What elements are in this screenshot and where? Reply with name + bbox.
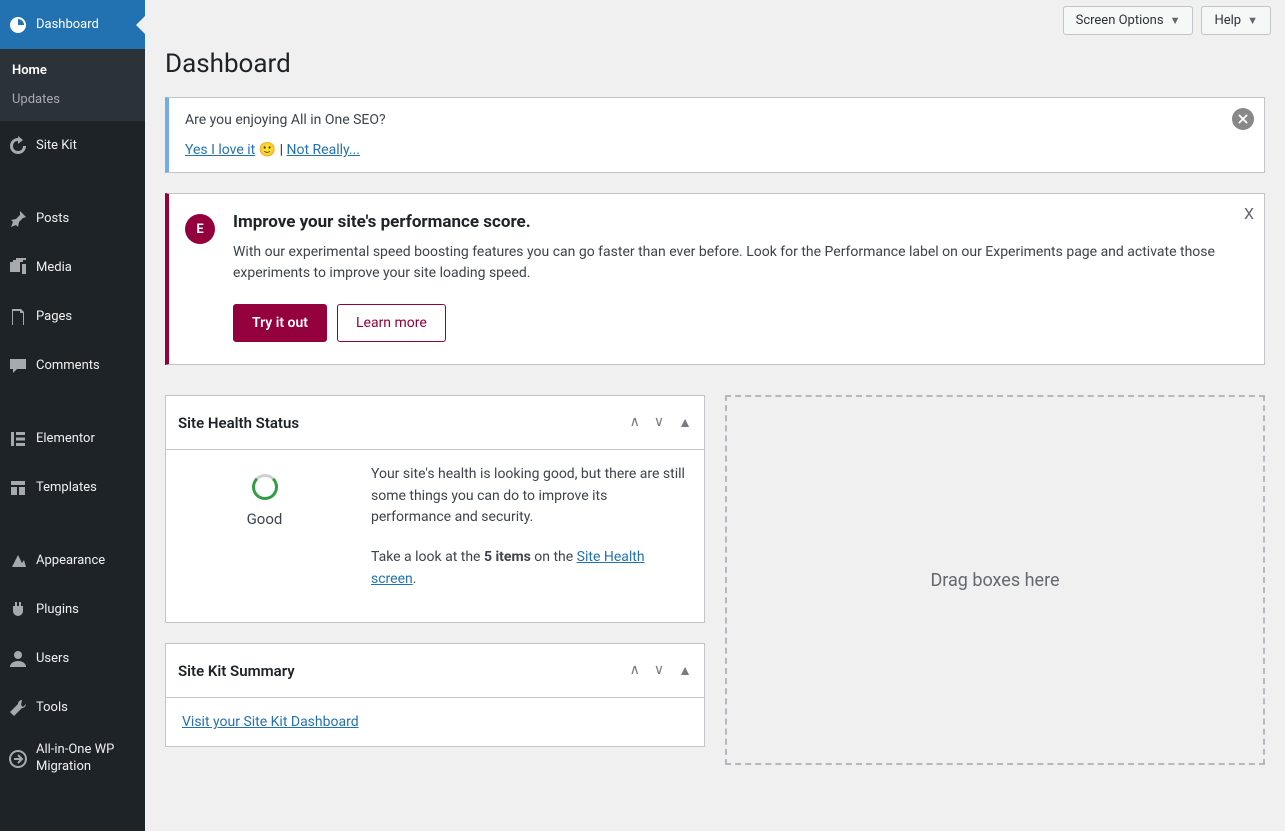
drop-zone[interactable]: Drag boxes here (725, 395, 1265, 765)
sidebar-item-tools[interactable]: Tools (0, 683, 145, 732)
separator: | (280, 142, 287, 158)
sidebar-item-plugins[interactable]: Plugins (0, 585, 145, 634)
elementor-notice: E Improve your site's performance score.… (165, 193, 1265, 365)
screen-options-label: Screen Options (1076, 13, 1164, 28)
plugins-icon (8, 600, 28, 620)
appearance-icon (8, 551, 28, 571)
help-button[interactable]: Help ▼ (1201, 6, 1271, 35)
elementor-notice-title: Improve your site's performance score. (233, 212, 1224, 232)
templates-icon (8, 478, 28, 498)
sidebar-item-migration[interactable]: All-in-One WP Migration (0, 732, 145, 786)
health-items-line: Take a look at the 5 items on the Site H… (371, 547, 688, 590)
sidebar-subitem-home[interactable]: Home (0, 56, 145, 85)
sidebar-item-pages[interactable]: Pages (0, 292, 145, 341)
sidebar-item-elementor[interactable]: Elementor (0, 414, 145, 463)
health-items-count: 5 items (484, 549, 531, 565)
page-icon (8, 307, 28, 327)
dismiss-button[interactable] (1232, 108, 1254, 130)
users-icon (8, 649, 28, 669)
comment-icon (8, 356, 28, 376)
sidebar-item-label: Users (36, 651, 69, 666)
aioseo-no-link[interactable]: Not Really... (287, 142, 360, 158)
caret-down-icon: ▼ (1247, 14, 1258, 27)
media-icon (8, 258, 28, 278)
aioseo-question: Are you enjoying All in One SEO? (185, 112, 1224, 128)
site-health-postbox: Site Health Status ∧ ∨ ▲ Good (165, 395, 705, 623)
screen-meta-links: Screen Options ▼ Help ▼ (145, 0, 1285, 35)
sitekit-icon (8, 136, 28, 156)
aioseo-yes-link[interactable]: Yes I love it (185, 142, 255, 158)
page-title: Dashboard (165, 49, 1265, 79)
migration-icon (8, 749, 28, 769)
sidebar-item-dashboard[interactable]: Dashboard (0, 0, 145, 49)
sidebar-item-templates[interactable]: Templates (0, 463, 145, 512)
sidebar-submenu: Home Updates (0, 49, 145, 121)
sidebar-item-label: Tools (36, 700, 68, 715)
elementor-badge-icon: E (185, 214, 215, 244)
caret-down-icon: ▼ (1170, 14, 1181, 27)
sidebar-item-label: Posts (36, 211, 69, 226)
sitekit-summary-title: Site Kit Summary (178, 662, 295, 680)
elementor-icon (8, 429, 28, 449)
health-ring-icon (252, 474, 278, 500)
toggle-panel-button[interactable]: ▲ (678, 662, 692, 679)
sidebar-subitem-updates[interactable]: Updates (0, 85, 145, 114)
sidebar-item-label: Templates (36, 480, 97, 495)
sidebar-item-label: All-in-One WP Migration (36, 742, 137, 776)
dashboard-icon (8, 15, 28, 35)
move-up-button[interactable]: ∧ (630, 662, 640, 679)
sidebar-item-appearance[interactable]: Appearance (0, 536, 145, 585)
sidebar-item-users[interactable]: Users (0, 634, 145, 683)
drop-zone-label: Drag boxes here (930, 570, 1059, 591)
sidebar-item-comments[interactable]: Comments (0, 341, 145, 390)
learn-more-button[interactable]: Learn more (337, 304, 446, 342)
sitekit-dashboard-link[interactable]: Visit your Site Kit Dashboard (182, 714, 359, 730)
admin-sidebar: Dashboard Home Updates Site Kit Posts Me… (0, 0, 145, 831)
emoji-smile-icon: 🙂 (259, 142, 276, 158)
sidebar-item-media[interactable]: Media (0, 243, 145, 292)
move-down-button[interactable]: ∨ (654, 662, 664, 679)
sidebar-item-label: Dashboard (36, 17, 99, 32)
dismiss-button[interactable]: X (1244, 204, 1254, 223)
screen-options-button[interactable]: Screen Options ▼ (1063, 6, 1194, 35)
sidebar-item-label: Pages (36, 309, 72, 324)
pin-icon (8, 209, 28, 229)
try-it-out-button[interactable]: Try it out (233, 304, 327, 342)
sidebar-item-sitekit[interactable]: Site Kit (0, 121, 145, 170)
content-area: Screen Options ▼ Help ▼ Dashboard Are yo… (145, 0, 1285, 831)
sidebar-item-label: Media (36, 260, 72, 275)
health-status-label: Good (247, 510, 283, 528)
sidebar-item-label: Site Kit (36, 138, 77, 153)
sidebar-item-label: Plugins (36, 602, 79, 617)
sidebar-item-label: Comments (36, 358, 100, 373)
health-description: Your site's health is looking good, but … (371, 464, 688, 529)
help-label: Help (1214, 13, 1241, 28)
close-icon: X (1244, 204, 1254, 223)
elementor-notice-desc: With our experimental speed boosting fea… (233, 242, 1224, 284)
move-down-button[interactable]: ∨ (654, 414, 664, 431)
toggle-panel-button[interactable]: ▲ (678, 414, 692, 431)
sidebar-item-label: Appearance (36, 553, 105, 568)
aioseo-notice: Are you enjoying All in One SEO? Yes I l… (165, 97, 1265, 173)
sidebar-item-label: Elementor (36, 431, 95, 446)
sidebar-item-posts[interactable]: Posts (0, 194, 145, 243)
tools-icon (8, 698, 28, 718)
close-icon (1237, 113, 1249, 125)
site-health-title: Site Health Status (178, 414, 299, 432)
sitekit-summary-postbox: Site Kit Summary ∧ ∨ ▲ Visit your Site K… (165, 643, 705, 747)
aioseo-links: Yes I love it 🙂 | Not Really... (185, 142, 1224, 158)
move-up-button[interactable]: ∧ (630, 414, 640, 431)
